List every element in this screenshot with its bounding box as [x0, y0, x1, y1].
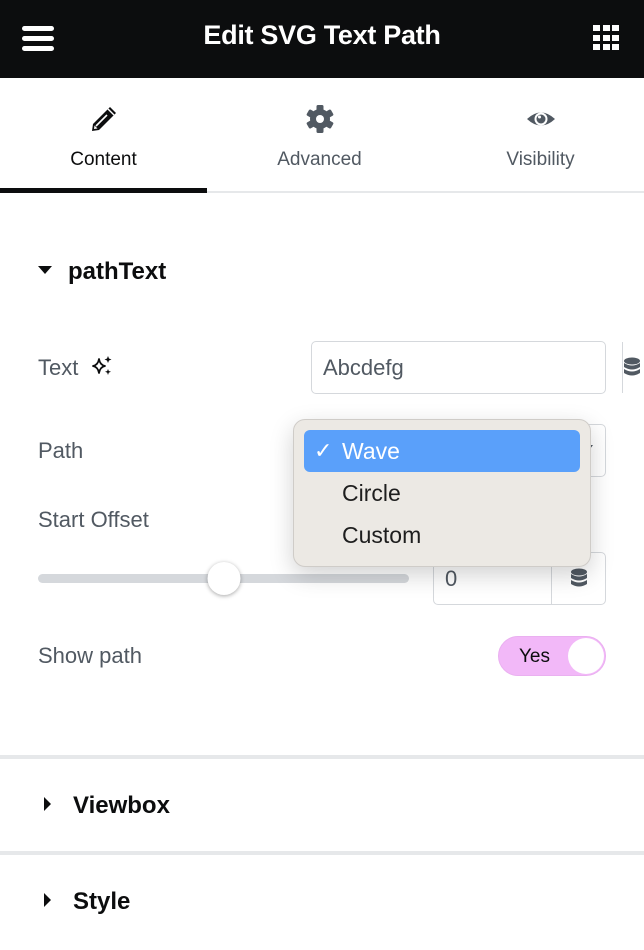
- toggle-on-label: Yes: [519, 646, 550, 667]
- dynamic-tags-button[interactable]: [622, 342, 641, 393]
- tab-visibility[interactable]: Visibility: [437, 78, 644, 191]
- option-label: Custom: [342, 522, 422, 548]
- panel-title: Edit SVG Text Path: [203, 20, 441, 50]
- tab-label: Advanced: [277, 149, 362, 170]
- text-field-group: [311, 341, 640, 394]
- tab-content[interactable]: Content: [0, 78, 207, 193]
- text-input[interactable]: [312, 342, 622, 393]
- grid-apps-icon: [593, 25, 600, 31]
- section-title: Style: [73, 888, 131, 915]
- apps-grid-button[interactable]: [593, 25, 619, 51]
- option-label: Circle: [342, 480, 401, 506]
- grid-cell: [612, 25, 619, 31]
- checkmark-icon: ✓: [314, 438, 333, 463]
- section-title: pathText: [68, 258, 167, 285]
- grid-cell: [612, 44, 619, 50]
- grid-cell: [602, 25, 610, 31]
- tab-label: Content: [70, 149, 137, 170]
- sparkles-icon[interactable]: [90, 354, 114, 378]
- grid-cell: [593, 44, 600, 50]
- show-path-toggle[interactable]: Yes: [498, 636, 606, 676]
- grid-cell: [593, 34, 600, 41]
- caret-right-icon: [44, 796, 51, 811]
- eye-icon: [526, 112, 555, 126]
- editor-header: Edit SVG Text Path: [0, 0, 644, 78]
- section-style-toggle[interactable]: Style: [38, 888, 130, 916]
- database-icon: [624, 357, 640, 375]
- panel-tabs: Content Advanced Visibility: [0, 78, 644, 193]
- caret-right-icon: [44, 892, 51, 907]
- caret-down-icon: [38, 265, 52, 274]
- grid-cell: [602, 44, 610, 50]
- text-control-label: Text: [38, 354, 114, 381]
- dropdown-option-circle[interactable]: Circle: [304, 472, 580, 514]
- pencil-icon: [91, 107, 116, 131]
- section-title: Viewbox: [73, 792, 170, 819]
- toggle-knob: [568, 638, 604, 674]
- path-dropdown-menu: ✓ Wave Circle Custom: [293, 419, 591, 567]
- text-label: Text: [38, 355, 79, 380]
- database-icon: [570, 568, 587, 586]
- option-label: Wave: [342, 438, 400, 464]
- grid-cell: [612, 34, 619, 41]
- section-divider: [0, 851, 644, 855]
- slider-thumb[interactable]: [207, 562, 240, 595]
- tab-label: Visibility: [506, 149, 575, 170]
- show-path-label: Show path: [38, 643, 142, 668]
- tab-advanced[interactable]: Advanced: [216, 78, 423, 191]
- start-offset-slider[interactable]: [38, 562, 409, 595]
- section-viewbox-toggle[interactable]: Viewbox: [38, 792, 170, 820]
- section-divider: [0, 755, 644, 759]
- section-pathtext-toggle[interactable]: pathText: [38, 258, 166, 286]
- gear-icon: [306, 105, 333, 133]
- grid-cell: [602, 34, 610, 41]
- path-control-label: Path: [38, 438, 84, 463]
- dropdown-option-wave[interactable]: ✓ Wave: [304, 430, 580, 472]
- dropdown-option-custom[interactable]: Custom: [304, 514, 580, 556]
- start-offset-label: Start Offset: [38, 507, 149, 532]
